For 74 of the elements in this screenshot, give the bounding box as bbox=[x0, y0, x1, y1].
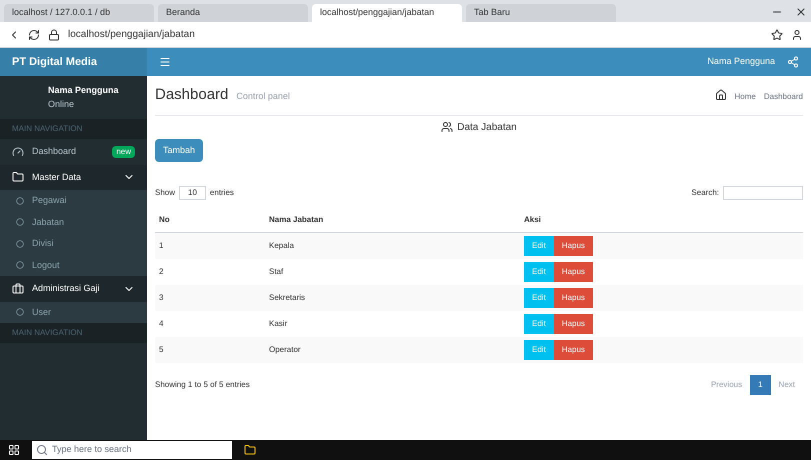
pagination-button[interactable]: Next bbox=[770, 375, 803, 395]
add-button[interactable]: Tambah bbox=[155, 138, 204, 162]
brand-logo[interactable]: PT Digital Media bbox=[0, 48, 147, 76]
box-title: Data Jabatan bbox=[457, 120, 517, 134]
browser-tab[interactable]: localhost / 127.0.0.1 / db bbox=[4, 4, 154, 22]
delete-button[interactable]: Hapus bbox=[554, 262, 593, 282]
delete-button[interactable]: Hapus bbox=[554, 314, 593, 334]
circle-icon bbox=[16, 218, 24, 226]
submenu-item[interactable]: Pegawai bbox=[0, 190, 147, 212]
circle-icon bbox=[16, 261, 24, 270]
dashboard-icon bbox=[12, 146, 24, 158]
share-icon[interactable] bbox=[787, 56, 799, 68]
briefcase-icon bbox=[12, 282, 24, 295]
table-cell: 2 bbox=[155, 259, 265, 285]
length-label: Show bbox=[155, 187, 176, 199]
table-cell: Staf bbox=[265, 259, 520, 285]
submenu-item[interactable]: Divisi bbox=[0, 233, 147, 254]
delete-button[interactable]: Hapus bbox=[554, 236, 593, 256]
start-icon[interactable] bbox=[8, 444, 20, 456]
submenu-item[interactable]: Logout bbox=[0, 254, 147, 276]
close-icon[interactable] bbox=[795, 6, 807, 18]
folder-icon bbox=[12, 171, 24, 184]
home-icon bbox=[714, 89, 727, 102]
section-header: MAIN NAVIGATION bbox=[0, 323, 147, 343]
submenu-item[interactable]: Jabatan bbox=[0, 212, 147, 233]
delete-button[interactable]: Hapus bbox=[554, 288, 593, 308]
users-icon bbox=[441, 121, 454, 133]
table-cell: Kasir bbox=[265, 311, 520, 337]
circle-icon bbox=[16, 196, 24, 205]
circle-icon bbox=[16, 240, 24, 248]
address-field[interactable]: localhost/penggajian/jabatan bbox=[68, 27, 195, 42]
table-cell: 1 bbox=[155, 232, 265, 259]
length-select[interactable]: 10 bbox=[179, 186, 206, 200]
user-name: Nama Pengguna bbox=[48, 84, 120, 97]
table-cell: Operator bbox=[265, 337, 520, 363]
table-cell: Sekretaris bbox=[265, 285, 520, 311]
column-header[interactable]: Nama Jabatan bbox=[265, 208, 520, 232]
lock-icon bbox=[48, 28, 60, 40]
pagination-button[interactable]: 1 bbox=[750, 375, 771, 395]
breadcrumb-item[interactable]: Home bbox=[734, 91, 756, 103]
taskbar-search-field[interactable]: Type here to search bbox=[32, 441, 232, 459]
table-cell: 5 bbox=[155, 337, 265, 363]
profile-icon[interactable] bbox=[791, 28, 803, 40]
table-info: Showing 1 to 5 of 5 entries bbox=[155, 379, 250, 391]
column-header[interactable]: No bbox=[155, 208, 265, 232]
browser-tab[interactable]: Tab Baru bbox=[466, 4, 616, 22]
table-cell: Kepala bbox=[265, 232, 520, 259]
breadcrumb-item: Dashboard bbox=[764, 91, 803, 103]
page-title: Dashboard bbox=[155, 85, 228, 105]
submenu-item[interactable]: User bbox=[0, 302, 147, 323]
column-header[interactable]: Aksi bbox=[520, 208, 803, 232]
browser-tab[interactable]: Beranda bbox=[158, 4, 308, 22]
section-header: MAIN NAVIGATION bbox=[0, 119, 147, 139]
pagination-button[interactable]: Previous bbox=[702, 375, 750, 395]
navbar-user[interactable]: Nama Pengguna bbox=[707, 55, 775, 69]
table-cell: 4 bbox=[155, 311, 265, 337]
browser-tab[interactable]: localhost/penggajian/jabatan bbox=[312, 4, 462, 22]
badge: new bbox=[112, 146, 135, 158]
folder-icon[interactable] bbox=[244, 444, 256, 456]
search-label: Search: bbox=[691, 187, 719, 199]
nav-item[interactable]: Dashboard new bbox=[0, 139, 147, 164]
length-label: entries bbox=[210, 187, 234, 199]
user-status: Online bbox=[48, 98, 76, 110]
table-cell: 3 bbox=[155, 285, 265, 311]
search-icon bbox=[36, 444, 48, 456]
page-subtitle: Control panel bbox=[236, 90, 290, 103]
nav-item[interactable]: Master Data bbox=[0, 164, 147, 190]
delete-button[interactable]: Hapus bbox=[554, 340, 593, 360]
circle-icon bbox=[16, 308, 24, 316]
nav-item[interactable]: Administrasi Gaji bbox=[0, 276, 147, 302]
menu-icon[interactable] bbox=[159, 56, 171, 68]
search-field[interactable] bbox=[723, 186, 803, 200]
reload-icon[interactable] bbox=[28, 28, 40, 40]
star-icon[interactable] bbox=[771, 28, 783, 40]
